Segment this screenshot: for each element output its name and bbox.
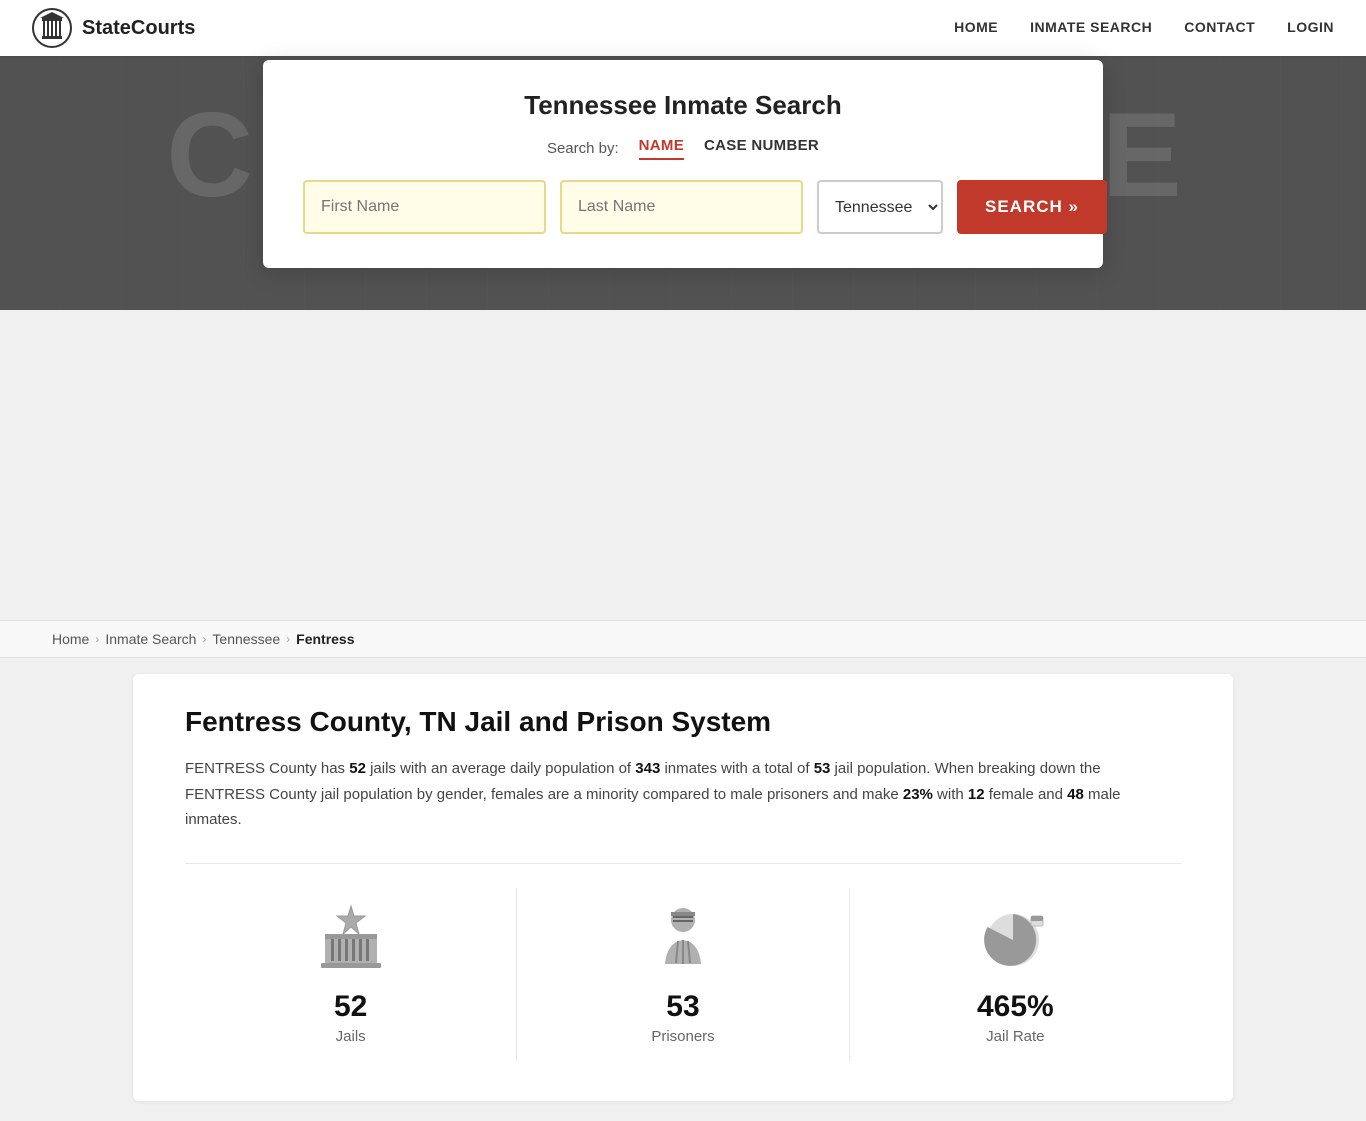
tab-name[interactable]: NAME (639, 137, 684, 160)
breadcrumb-sep-2: › (202, 632, 206, 646)
stat-jails-number: 52 (334, 990, 367, 1024)
breadcrumb-current: Fentress (296, 631, 354, 647)
nav-links: HOME INMATE SEARCH CONTACT LOGIN (954, 19, 1334, 37)
breadcrumb-inmate-search[interactable]: Inmate Search (105, 631, 196, 647)
breadcrumb-sep-3: › (286, 632, 290, 646)
jail-icon (311, 898, 391, 978)
stat-jail-rate-label: Jail Rate (986, 1028, 1044, 1045)
section-description: FENTRESS County has 52 jails with an ave… (185, 756, 1181, 833)
stat-prisoners: 53 Prisoners (517, 888, 849, 1061)
stats-row: 52 Jails 53 Prisoners (185, 863, 1181, 1061)
stat-jail-rate-number: 465% (977, 990, 1054, 1024)
logo-text: StateCourts (82, 17, 195, 40)
logo-area: StateCourts (32, 8, 954, 48)
breadcrumb: Home › Inmate Search › Tennessee › Fentr… (0, 620, 1366, 658)
search-form-row: Tennessee Alabama Alaska Arizona Arkansa… (303, 180, 1063, 234)
nav-home[interactable]: HOME (954, 19, 998, 35)
top-navigation: StateCourts HOME INMATE SEARCH CONTACT L… (0, 0, 1366, 56)
stat-prisoners-number: 53 (666, 990, 699, 1024)
stat-jails: 52 Jails (185, 888, 517, 1061)
first-name-input[interactable] (303, 180, 546, 234)
stat-jails-label: Jails (336, 1028, 366, 1045)
hero-section: COURTHOUSE StateCourts HOME INMATE SEARC… (0, 0, 1366, 310)
breadcrumb-home[interactable]: Home (52, 631, 89, 647)
stat-jail-rate: 465% Jail Rate (850, 888, 1181, 1061)
main-content-section: Fentress County, TN Jail and Prison Syst… (133, 674, 1233, 1101)
pie-chart-icon (975, 898, 1055, 978)
breadcrumb-sep-1: › (95, 632, 99, 646)
stat-prisoners-label: Prisoners (651, 1028, 714, 1045)
nav-inmate-search[interactable]: INMATE SEARCH (1030, 19, 1152, 35)
logo-icon (32, 8, 72, 48)
search-by-label: Search by: (547, 140, 619, 157)
tab-case-number[interactable]: CASE NUMBER (704, 137, 819, 160)
search-by-row: Search by: NAME CASE NUMBER (303, 137, 1063, 160)
nav-login[interactable]: LOGIN (1287, 19, 1334, 35)
search-card-title: Tennessee Inmate Search (303, 90, 1063, 121)
search-button[interactable]: SEARCH » (957, 180, 1107, 234)
state-select[interactable]: Tennessee Alabama Alaska Arizona Arkansa… (817, 180, 943, 234)
section-title: Fentress County, TN Jail and Prison Syst… (185, 706, 1181, 738)
search-card: Tennessee Inmate Search Search by: NAME … (263, 60, 1103, 268)
prisoner-icon (643, 898, 723, 978)
breadcrumb-tennessee[interactable]: Tennessee (212, 631, 280, 647)
nav-contact[interactable]: CONTACT (1184, 19, 1255, 35)
last-name-input[interactable] (560, 180, 803, 234)
